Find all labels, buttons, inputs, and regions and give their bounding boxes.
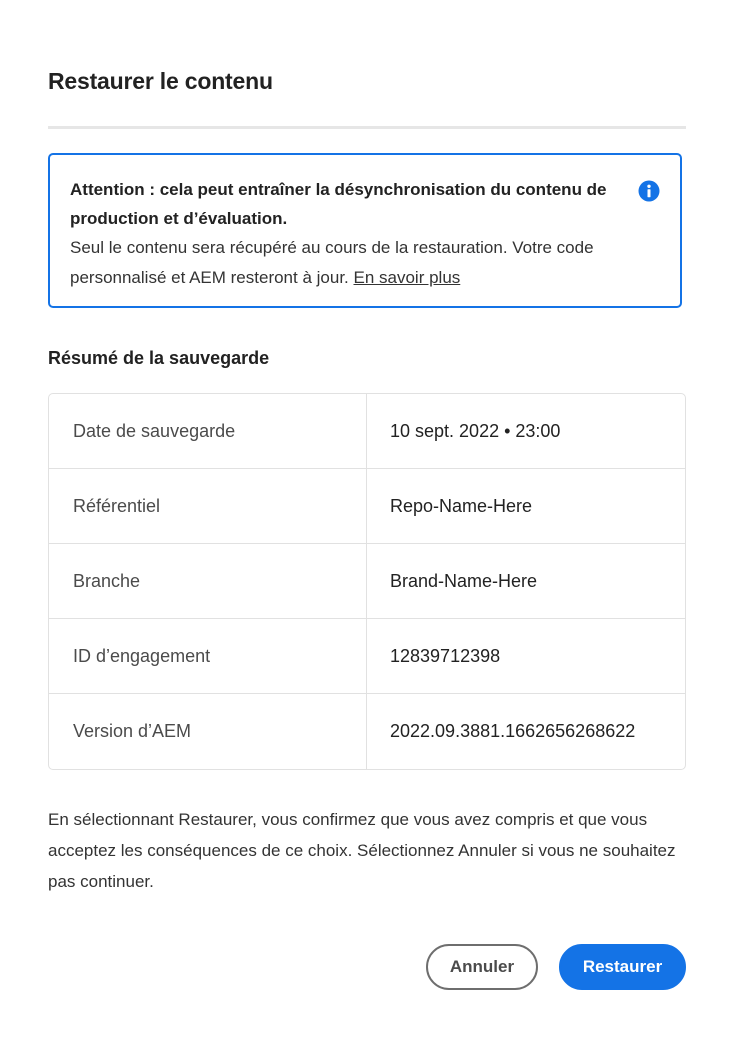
backup-summary-table: Date de sauvegarde 10 sept. 2022 • 23:00… — [48, 393, 686, 770]
notice-body-text: Seul le contenu sera récupéré au cours d… — [70, 238, 594, 287]
row-label: Version d’AEM — [49, 694, 367, 769]
warning-notice: Attention : cela peut entraîner la désyn… — [48, 153, 682, 308]
notice-heading: Attention : cela peut entraîner la désyn… — [70, 180, 607, 228]
row-value: Repo-Name-Here — [367, 469, 685, 544]
row-label: Date de sauvegarde — [49, 394, 367, 469]
row-label: Référentiel — [49, 469, 367, 544]
row-label: Branche — [49, 544, 367, 619]
backup-summary-heading: Résumé de la sauvegarde — [48, 348, 270, 368]
row-value: 10 sept. 2022 • 23:00 — [367, 394, 685, 469]
table-row-branch: Branche Brand-Name-Here — [49, 544, 685, 619]
row-value: 12839712398 — [367, 619, 685, 694]
row-value: Brand-Name-Here — [367, 544, 685, 619]
table-row-commit-id: ID d’engagement 12839712398 — [49, 619, 685, 694]
row-label: ID d’engagement — [49, 619, 367, 694]
row-value: 2022.09.3881.1662656268622 — [390, 721, 636, 741]
confirmation-text: En sélectionnant Restaurer, vous confirm… — [48, 810, 676, 891]
learn-more-link[interactable]: En savoir plus — [354, 268, 461, 287]
table-row-backup-date: Date de sauvegarde 10 sept. 2022 • 23:00 — [49, 394, 685, 469]
notice-body: Seul le contenu sera récupéré au cours d… — [70, 233, 620, 293]
restore-content-dialog: Restaurer le contenu Attention : cela pe… — [0, 0, 738, 1042]
restore-button[interactable]: Restaurer — [559, 944, 686, 990]
dialog-title: Restaurer le contenu — [48, 68, 273, 94]
cancel-button[interactable]: Annuler — [426, 944, 538, 990]
title-divider — [48, 126, 686, 129]
table-row-repository: Référentiel Repo-Name-Here — [49, 469, 685, 544]
info-icon — [638, 180, 660, 202]
table-row-aem-version: Version d’AEM 2022.09.3881.1662656268622 — [49, 694, 685, 769]
